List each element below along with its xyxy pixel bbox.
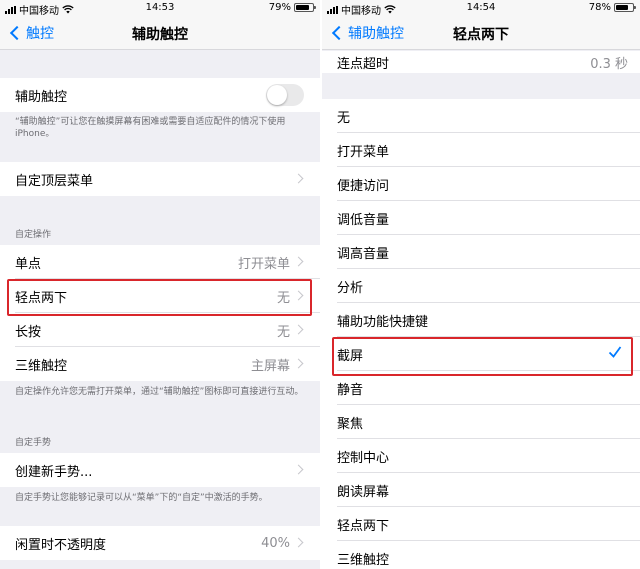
top-menu-label: 自定顶层菜单 [15,173,94,189]
action-value: 打开菜单 [237,256,290,272]
double-tap-screen: 中国移动 14:54 78% 辅助触控 轻点两下 连点超时 0.3 秒 无打开菜… [322,0,640,569]
option-row[interactable]: 静音 [322,371,640,405]
status-bar: 中国移动 14:54 78% [322,0,640,17]
idle-opacity-row[interactable]: 闲置时不透明度 40% [0,526,320,560]
chevron-right-icon [293,256,304,267]
assistive-touch-note: “辅助触控”可让您在触摸屏幕有困难或需要自适应配件的情况下使用iPhone。 [15,117,286,139]
tap-timeout-label: 连点超时 [337,56,390,72]
top-menu-row[interactable]: 自定顶层菜单 [0,162,320,196]
option-label: 调高音量 [337,246,390,262]
action-value: 无 [276,290,290,306]
action-value: 主屏幕 [250,358,290,374]
option-label: 轻点两下 [337,518,390,534]
battery-percent: 78% [588,2,611,13]
assistive-touch-label: 辅助触控 [15,89,68,105]
status-bar: 中国移动 14:53 79% [0,0,320,17]
option-label: 静音 [337,382,364,398]
navigation-bar: 触控 辅助触控 [0,16,320,50]
option-label: 三维触控 [337,552,390,568]
action-row-double-tap[interactable]: 轻点两下 无 [0,279,320,313]
option-label: 辅助功能快捷键 [337,314,429,330]
tap-timeout-value: 0.3 秒 [590,56,628,72]
back-label: 辅助触控 [348,26,404,42]
option-label: 截屏 [337,348,364,364]
option-row[interactable]: 辅助功能快捷键 [322,303,640,337]
back-label: 触控 [26,26,54,42]
chevron-right-icon [293,324,304,335]
option-row[interactable]: 朗读屏幕 [322,473,640,507]
option-row[interactable]: 轻点两下 [322,507,640,541]
action-label: 单点 [15,256,42,272]
create-gesture-label: 创建新手势... [15,464,93,480]
battery-icon [614,3,636,12]
chevron-right-icon [293,173,304,184]
option-label: 便捷访问 [337,178,390,194]
action-value: 无 [276,324,290,340]
option-label: 控制中心 [337,450,390,466]
action-label: 长按 [15,324,42,340]
chevron-left-icon [331,25,347,41]
chevron-left-icon [9,25,25,41]
battery-percent: 79% [268,2,291,13]
custom-actions-header: 自定操作 [15,230,52,240]
option-row[interactable]: 截屏 [322,337,640,371]
option-row[interactable]: 聚焦 [322,405,640,439]
chevron-right-icon [293,464,304,475]
option-label: 打开菜单 [337,144,390,160]
gesture-note: 自定手势让您能够记录可以从“菜单”下的“自定”中激活的手势。 [15,493,268,503]
chevron-right-icon [293,290,304,301]
option-label: 无 [337,110,351,126]
option-label: 分析 [337,280,364,296]
option-row[interactable]: 调低音量 [322,201,640,235]
battery-icon [294,3,316,12]
custom-actions-note: 自定操作允许您无需打开菜单，通过“辅助触控”图标即可直接进行互动。 [15,387,304,397]
action-label: 三维触控 [15,358,68,374]
option-row[interactable]: 调高音量 [322,235,640,269]
tap-timeout-row[interactable]: 连点超时 0.3 秒 [322,51,640,73]
navigation-bar: 辅助触控 轻点两下 [322,16,640,50]
screenshot-composite: 中国移动 14:53 79% 触控 辅助触控 辅助触控 “辅助触控”可让您在触摸… [0,0,640,569]
action-row-single-tap[interactable]: 单点 打开菜单 [0,245,320,279]
option-label: 朗读屏幕 [337,484,390,500]
option-row[interactable]: 打开菜单 [322,133,640,167]
checkmark-icon [608,346,622,358]
assistive-touch-row: 辅助触控 [0,78,320,112]
action-label: 轻点两下 [15,290,68,306]
back-button[interactable]: 触控 [8,23,54,43]
gestures-header: 自定手势 [15,438,52,448]
toggle-knob [267,85,287,105]
create-gesture-row[interactable]: 创建新手势... [0,453,320,487]
assistive-touch-screen: 中国移动 14:53 79% 触控 辅助触控 辅助触控 “辅助触控”可让您在触摸… [0,0,320,569]
back-button[interactable]: 辅助触控 [330,23,404,43]
chevron-right-icon [293,537,304,548]
option-label: 调低音量 [337,212,390,228]
option-row[interactable]: 便捷访问 [322,167,640,201]
assistive-touch-toggle[interactable] [266,84,304,106]
option-row[interactable]: 三维触控 [322,541,640,569]
option-row[interactable]: 控制中心 [322,439,640,473]
option-label: 聚焦 [337,416,364,432]
action-row-3d-touch[interactable]: 三维触控 主屏幕 [0,347,320,381]
idle-opacity-label: 闲置时不透明度 [15,537,107,553]
action-row-long-press[interactable]: 长按 无 [0,313,320,347]
option-row[interactable]: 无 [322,99,640,133]
idle-opacity-value: 40% [261,535,290,551]
option-row[interactable]: 分析 [322,269,640,303]
chevron-right-icon [293,358,304,369]
